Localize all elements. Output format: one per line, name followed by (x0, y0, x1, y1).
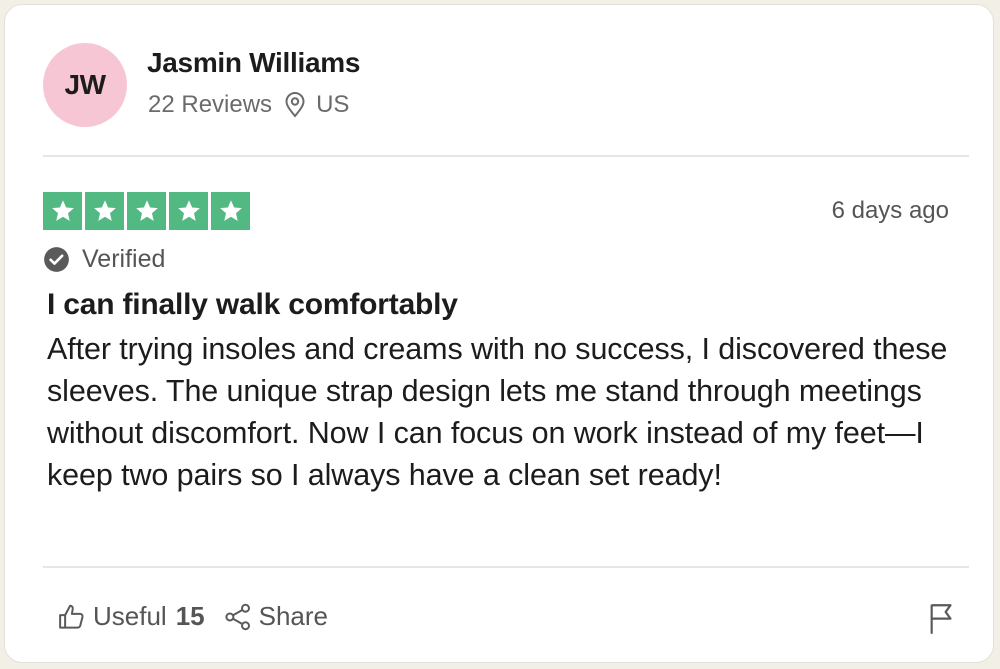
useful-count: 15 (175, 601, 205, 631)
share-label: Share (258, 601, 329, 631)
star-icon (169, 192, 208, 230)
review-title: I can finally walk comfortably (47, 288, 458, 321)
check-circle-icon (43, 246, 70, 273)
verified-label: Verified (82, 245, 166, 273)
review-card: JW Jasmin Williams 22 Reviews US 6 days … (4, 4, 994, 663)
star-icon (43, 192, 82, 230)
share-icon (223, 602, 253, 632)
header-divider (43, 155, 969, 157)
star-icon (211, 192, 250, 230)
useful-button[interactable]: Useful 15 (57, 601, 205, 632)
review-date: 6 days ago (831, 197, 949, 224)
verified-badge: Verified (43, 245, 165, 274)
star-icon (85, 192, 124, 230)
report-button[interactable] (927, 601, 957, 635)
avatar: JW (43, 43, 127, 127)
star-icon (127, 192, 166, 230)
reviewer-country: US (316, 91, 350, 118)
footer-divider (43, 566, 969, 568)
reviews-count: 22 Reviews (148, 91, 273, 118)
share-button[interactable]: Share (223, 601, 328, 632)
review-body: After trying insoles and creams with no … (47, 332, 948, 492)
location-pin-icon (283, 92, 307, 118)
star-rating (43, 192, 250, 230)
useful-label: Useful (93, 601, 167, 631)
thumbs-up-icon (57, 602, 87, 632)
flag-icon (927, 601, 957, 635)
review-actions: Useful 15 Share (57, 601, 328, 632)
reviewer-meta: 22 Reviews US (148, 91, 349, 119)
avatar-initials: JW (64, 69, 107, 100)
reviewer-name[interactable]: Jasmin Williams (147, 47, 360, 79)
